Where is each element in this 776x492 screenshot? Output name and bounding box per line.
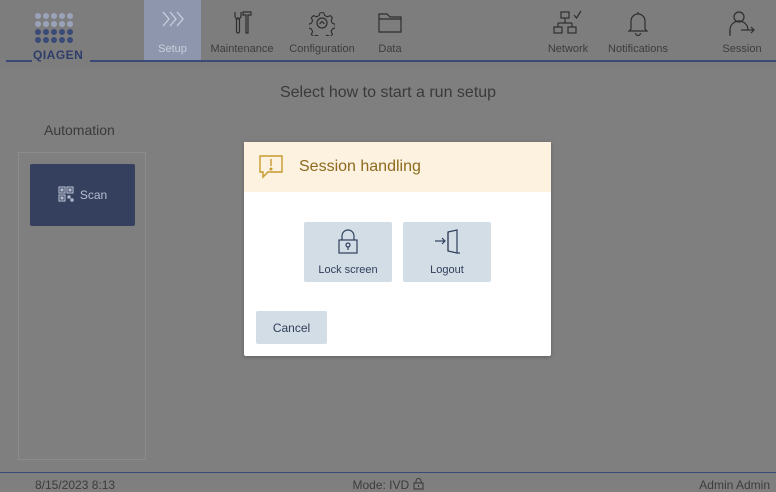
session-handling-dialog: Session handling Lock screen Logout Canc… <box>244 142 551 356</box>
nav-setup[interactable]: Setup <box>144 0 201 60</box>
page-heading: Select how to start a run setup <box>279 84 497 101</box>
logo-rule-right <box>90 60 144 62</box>
gear-icon <box>307 10 336 40</box>
bell-icon <box>626 10 650 39</box>
nav-session-label: Session <box>722 43 762 55</box>
logo-rule-left <box>6 60 32 62</box>
dialog-title: Session handling <box>299 158 421 175</box>
status-divider <box>0 472 776 473</box>
qiagen-logo: QIAGEN <box>22 10 88 62</box>
scan-button-label: Scan <box>79 188 108 202</box>
lock-icon <box>412 477 424 492</box>
lock-screen-button[interactable]: Lock screen <box>304 222 392 282</box>
cancel-button[interactable]: Cancel <box>256 311 327 344</box>
nav-notifications[interactable]: Notifications <box>600 0 676 60</box>
logo-text: QIAGEN <box>33 48 84 62</box>
status-mode-text: Mode: IVD <box>352 478 410 492</box>
warning-bubble-icon <box>258 154 284 185</box>
setup-chevrons-icon <box>161 10 185 31</box>
scan-button[interactable]: Scan <box>30 164 135 226</box>
logout-button[interactable]: Logout <box>403 222 491 282</box>
logout-label: Logout <box>430 264 464 276</box>
lock-screen-label: Lock screen <box>318 264 378 276</box>
folder-icon <box>377 10 403 37</box>
status-mode: Mode: IVD <box>0 477 776 492</box>
network-icon <box>553 10 583 39</box>
top-divider <box>144 60 776 62</box>
nav-network[interactable]: Network <box>540 0 596 60</box>
padlock-icon <box>336 228 360 259</box>
dialog-header: Session handling <box>244 142 551 192</box>
nav-data-label: Data <box>378 43 402 55</box>
tools-icon <box>231 10 253 39</box>
nav-configuration[interactable]: Configuration <box>282 0 362 60</box>
nav-session[interactable]: Session <box>716 0 768 60</box>
nav-setup-label: Setup <box>158 43 187 55</box>
top-navigation-bar: QIAGEN Setup Maintenance Configuration D… <box>0 0 776 68</box>
cancel-button-label: Cancel <box>272 320 311 335</box>
nav-notifications-label: Notifications <box>608 43 668 55</box>
session-user-icon <box>727 10 757 41</box>
nav-maintenance-label: Maintenance <box>210 43 274 55</box>
logout-door-icon <box>433 228 461 259</box>
status-user: Admin Admin <box>699 478 770 492</box>
qr-code-icon <box>58 185 74 205</box>
nav-configuration-label: Configuration <box>289 43 355 55</box>
nav-data[interactable]: Data <box>370 0 410 60</box>
automation-label: Automation <box>44 122 115 138</box>
nav-maintenance[interactable]: Maintenance <box>205 0 279 60</box>
nav-network-label: Network <box>547 43 589 55</box>
